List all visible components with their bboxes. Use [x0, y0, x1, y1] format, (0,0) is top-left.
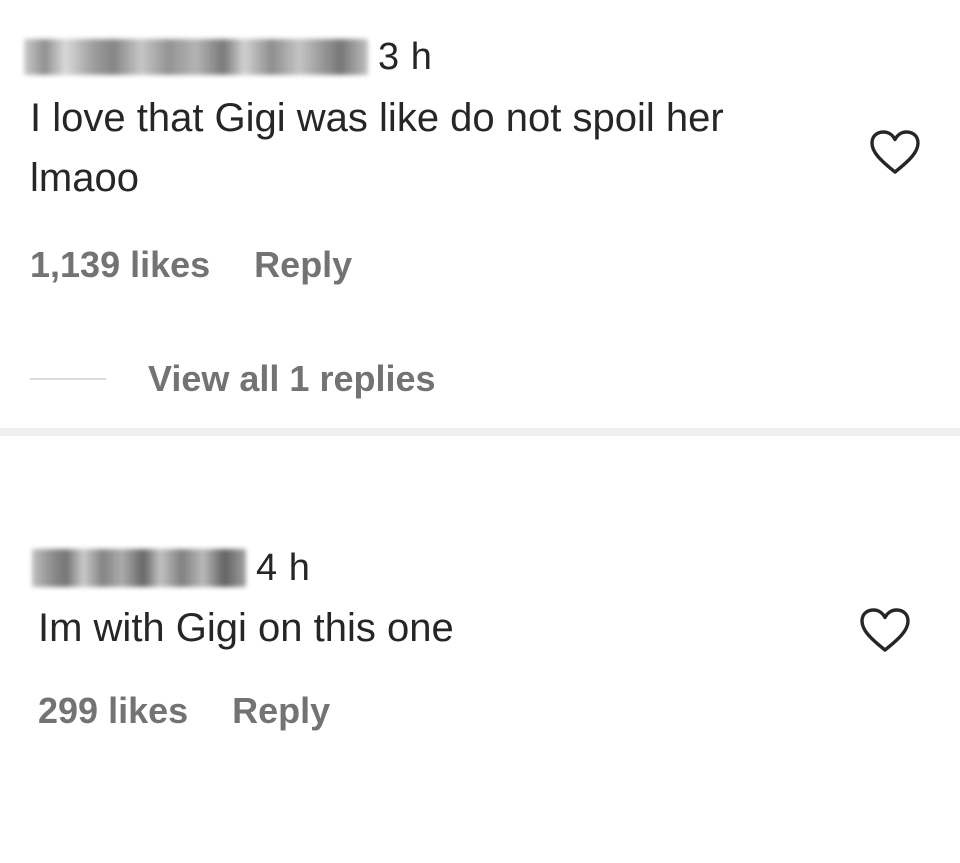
comment: 3 h I love that Gigi was like do not spo… — [0, 0, 960, 428]
heart-outline-icon — [860, 608, 910, 652]
view-replies-button[interactable]: View all 1 replies — [148, 358, 436, 400]
comment-actions: 299 likes Reply — [38, 690, 330, 732]
likes-count[interactable]: 299 likes — [38, 690, 188, 732]
comment-header: 3 h — [24, 32, 432, 82]
like-button[interactable] — [858, 606, 912, 654]
reply-button[interactable]: Reply — [232, 690, 330, 732]
comment-timestamp[interactable]: 3 h — [378, 36, 432, 79]
comment-text: Im with Gigi on this one — [38, 606, 454, 650]
likes-count[interactable]: 1,139 likes — [30, 244, 210, 286]
heart-outline-icon — [870, 130, 920, 174]
reply-button[interactable]: Reply — [254, 244, 352, 286]
comment-timestamp[interactable]: 4 h — [256, 547, 310, 590]
comment-actions: 1,139 likes Reply — [30, 244, 352, 286]
like-button[interactable] — [868, 128, 922, 176]
comment-text: I love that Gigi was like do not spoil h… — [30, 96, 724, 200]
username-blurred[interactable] — [32, 549, 246, 587]
comment-header: 4 h — [32, 538, 310, 598]
view-replies-row: View all 1 replies — [30, 358, 436, 400]
comments-divider — [0, 428, 960, 436]
username-blurred[interactable] — [24, 39, 368, 75]
replies-divider-line — [30, 378, 106, 380]
